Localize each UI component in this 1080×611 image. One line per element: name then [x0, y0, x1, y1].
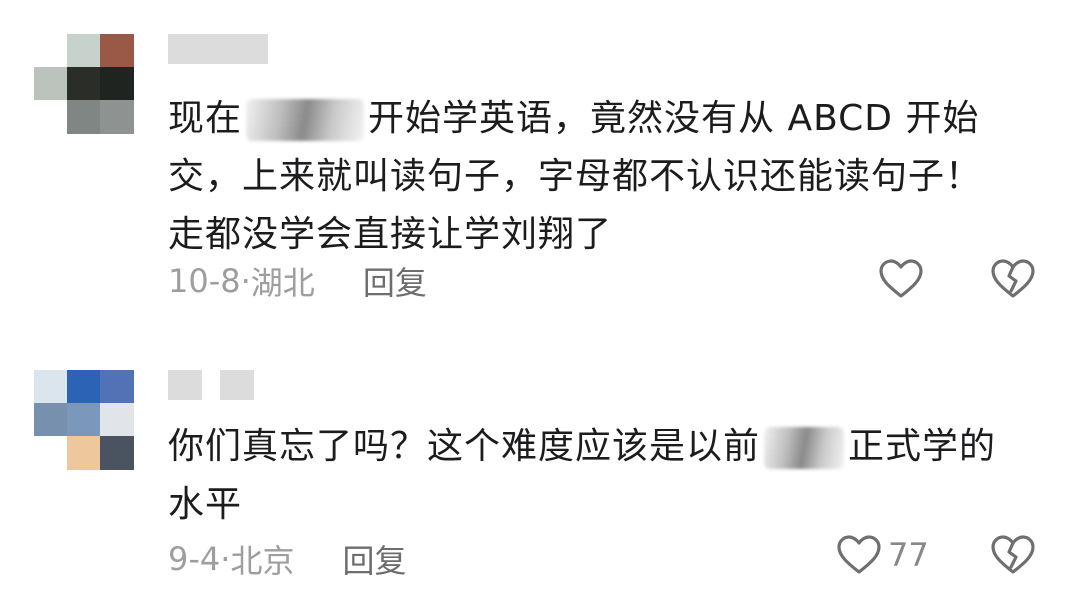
- avatar-pixel: [34, 100, 68, 134]
- avatar-pixel: [34, 403, 68, 437]
- like-button[interactable]: [878, 258, 930, 300]
- avatar-pixel: [67, 34, 101, 68]
- username-blur: [168, 34, 268, 64]
- comment-text: 现在 开始学英语，竟然没有从 ABCD 开始交，上来就叫读句子，字母都不认识还能读…: [168, 90, 1018, 264]
- comment-item: 现在 开始学英语，竟然没有从 ABCD 开始交，上来就叫读句子，字母都不认识还能读…: [0, 0, 1080, 330]
- username-blur: [220, 370, 254, 400]
- avatar[interactable]: [34, 370, 134, 470]
- comment-date: 10-8: [168, 262, 241, 300]
- avatar[interactable]: [34, 34, 134, 134]
- avatar-pixel: [100, 436, 134, 470]
- avatar-pixel: [34, 370, 68, 404]
- broken-heart-icon: [990, 534, 1036, 576]
- comment-meta: 10-8 · 湖北 回复: [168, 258, 427, 304]
- avatar-pixel: [34, 436, 68, 470]
- avatar-pixel: [67, 100, 101, 134]
- meta-separator: ·: [220, 540, 231, 578]
- redacted-blur: [246, 99, 365, 141]
- dislike-button[interactable]: [990, 258, 1036, 300]
- avatar-pixel: [100, 34, 134, 68]
- avatar-pixel: [34, 34, 68, 68]
- avatar-pixel: [67, 436, 101, 470]
- meta-separator: ·: [240, 262, 251, 300]
- comment-text: 你们真忘了吗？这个难度应该是以前 正式学的水平: [168, 418, 1018, 534]
- comment-text-part: 你们真忘了吗？这个难度应该是以前: [168, 426, 761, 467]
- broken-heart-icon: [990, 258, 1036, 300]
- avatar-pixel: [100, 100, 134, 134]
- username-redacted[interactable]: [168, 34, 268, 64]
- username-blur: [168, 370, 202, 400]
- avatar-pixel: [67, 403, 101, 437]
- avatar-pixel: [100, 403, 134, 437]
- like-button[interactable]: 77: [836, 534, 929, 576]
- reply-button[interactable]: 回复: [363, 258, 427, 304]
- comment-meta: 9-4 · 北京 回复: [168, 536, 406, 582]
- avatar-pixel: [34, 67, 68, 101]
- comment-item: 你们真忘了吗？这个难度应该是以前 正式学的水平 9-4 · 北京 回复 77: [0, 360, 1080, 611]
- comment-text-part: 现在: [168, 98, 243, 139]
- redacted-blur: [764, 427, 845, 469]
- comment-date: 9-4: [168, 540, 221, 578]
- comment-location: 湖北: [250, 264, 315, 302]
- avatar-pixel: [100, 67, 134, 101]
- reply-button[interactable]: 回复: [342, 536, 406, 582]
- dislike-button[interactable]: [990, 534, 1036, 576]
- avatar-pixel: [67, 370, 101, 404]
- username-redacted[interactable]: [168, 370, 254, 400]
- heart-outline-icon: [878, 258, 924, 300]
- comment-location: 北京: [230, 542, 295, 580]
- like-count: 77: [888, 536, 929, 574]
- avatar-pixel: [67, 67, 101, 101]
- avatar-pixel: [100, 370, 134, 404]
- heart-outline-icon: [836, 534, 882, 576]
